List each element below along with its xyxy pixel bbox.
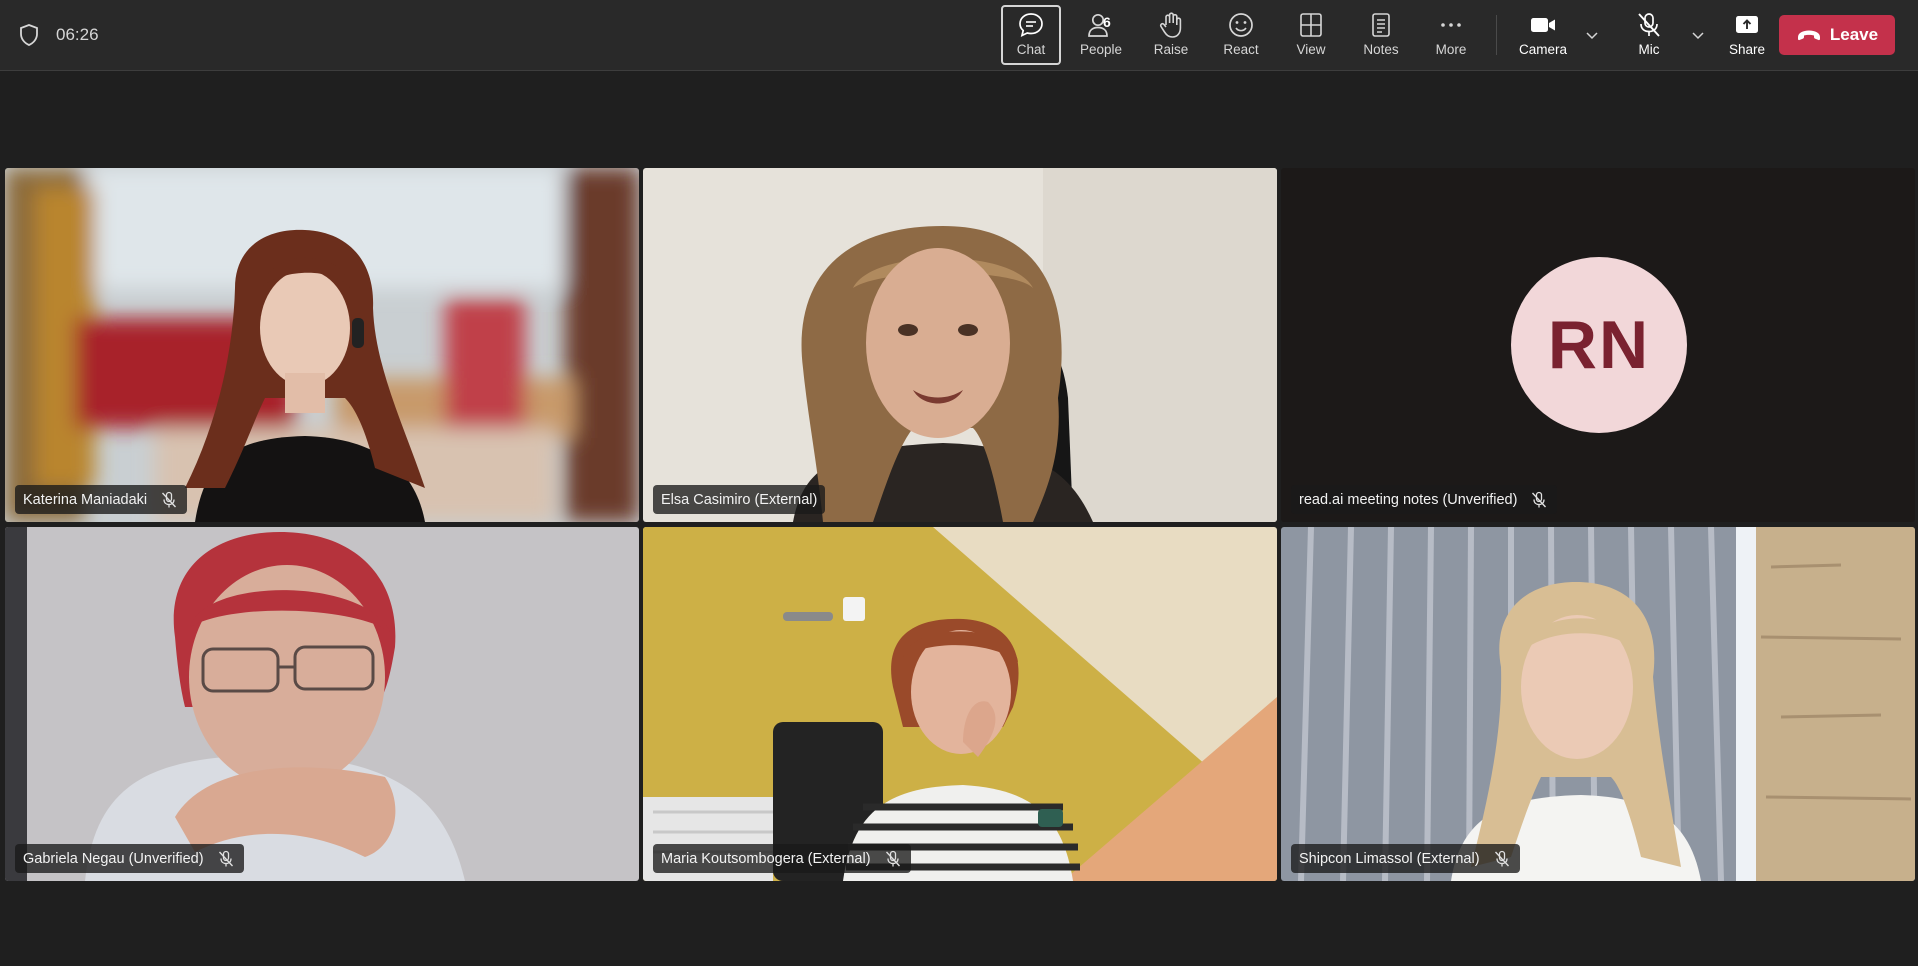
share-button[interactable]: Share <box>1717 5 1777 65</box>
participant-tile[interactable]: Shipcon Limassol (External) <box>1281 527 1915 881</box>
grid-view-icon <box>1300 13 1322 37</box>
mic-label: Mic <box>1638 42 1660 57</box>
mic-off-icon <box>1532 491 1547 507</box>
chat-label: Chat <box>1016 42 1046 57</box>
toolbar-divider <box>1496 15 1497 55</box>
video-feed <box>643 168 1277 522</box>
participant-name: read.ai meeting notes (Unverified) <box>1299 491 1518 508</box>
participant-nametag: read.ai meeting notes (Unverified) <box>1291 485 1558 514</box>
react-button[interactable]: React <box>1211 5 1271 65</box>
shield-icon <box>20 24 38 46</box>
video-feed <box>5 527 639 881</box>
people-button[interactable]: 6 People <box>1071 5 1131 65</box>
participant-nametag: Katerina Maniadaki <box>15 485 188 514</box>
participant-name: Shipcon Limassol (External) <box>1299 850 1480 867</box>
video-feed <box>1281 527 1915 881</box>
camera-button[interactable]: Camera <box>1505 5 1581 65</box>
participant-name: Gabriela Negau (Unverified) <box>23 850 204 867</box>
video-feed <box>643 527 1277 881</box>
chat-icon <box>1019 13 1043 38</box>
people-label: People <box>1079 42 1123 57</box>
mic-off-icon <box>1494 850 1509 866</box>
view-button[interactable]: View <box>1281 5 1341 65</box>
mic-options-button[interactable] <box>1687 5 1709 65</box>
meeting-window: 06:26 Chat 6 People Raise React View Not… <box>0 0 1918 966</box>
raise-hand-icon <box>1159 12 1182 38</box>
people-count: 6 <box>1103 14 1111 30</box>
participant-tile[interactable]: Gabriela Negau (Unverified) <box>5 527 639 881</box>
smiley-icon <box>1229 13 1253 37</box>
participant-nametag: Elsa Casimiro (External) <box>653 485 826 514</box>
participant-tile[interactable]: RN read.ai meeting notes (Unverified) <box>1281 168 1915 522</box>
camera-label: Camera <box>1518 42 1567 57</box>
participant-tile[interactable]: Maria Koutsombogera (External) <box>643 527 1277 881</box>
leave-label: Leave <box>1829 25 1879 44</box>
participant-name: Maria Koutsombogera (External) <box>661 850 871 867</box>
participant-name: Elsa Casimiro (External) <box>661 491 818 508</box>
react-label: React <box>1223 42 1259 57</box>
raise-label: Raise <box>1153 42 1189 57</box>
mic-off-icon <box>1638 13 1660 37</box>
chevron-down-icon <box>1586 32 1598 40</box>
video-feed <box>5 168 639 522</box>
notes-button[interactable]: Notes <box>1351 5 1411 65</box>
chevron-down-icon <box>1692 32 1704 40</box>
avatar: RN <box>1511 257 1687 433</box>
mic-button[interactable]: Mic <box>1611 5 1687 65</box>
mic-off-icon <box>885 850 900 866</box>
mic-off-icon <box>162 491 177 507</box>
raise-hand-button[interactable]: Raise <box>1141 5 1201 65</box>
share-label: Share <box>1728 42 1766 57</box>
hang-up-icon <box>1797 30 1820 41</box>
camera-icon <box>1531 18 1555 32</box>
participant-tile[interactable]: Katerina Maniadaki <box>5 168 639 522</box>
participant-nametag: Gabriela Negau (Unverified) <box>15 844 244 873</box>
more-button[interactable]: More <box>1421 5 1481 65</box>
more-label: More <box>1435 42 1467 57</box>
participant-nametag: Maria Koutsombogera (External) <box>653 844 911 873</box>
notes-label: Notes <box>1363 42 1399 57</box>
people-icon <box>1088 13 1108 37</box>
leave-button[interactable]: Leave <box>1779 15 1895 55</box>
share-screen-icon <box>1736 16 1758 33</box>
more-dots-icon <box>1441 23 1461 27</box>
participant-nametag: Shipcon Limassol (External) <box>1291 844 1520 873</box>
notes-icon <box>1372 13 1390 37</box>
meeting-timer: 06:26 <box>56 25 99 44</box>
view-label: View <box>1296 42 1326 57</box>
participant-name: Katerina Maniadaki <box>23 491 148 508</box>
meeting-toolbar: 06:26 Chat 6 People Raise React View Not… <box>0 0 1918 71</box>
chat-button[interactable]: Chat <box>1001 5 1061 65</box>
participant-tile[interactable]: Elsa Casimiro (External) <box>643 168 1277 522</box>
mic-off-icon <box>218 850 233 866</box>
camera-options-button[interactable] <box>1581 5 1603 65</box>
